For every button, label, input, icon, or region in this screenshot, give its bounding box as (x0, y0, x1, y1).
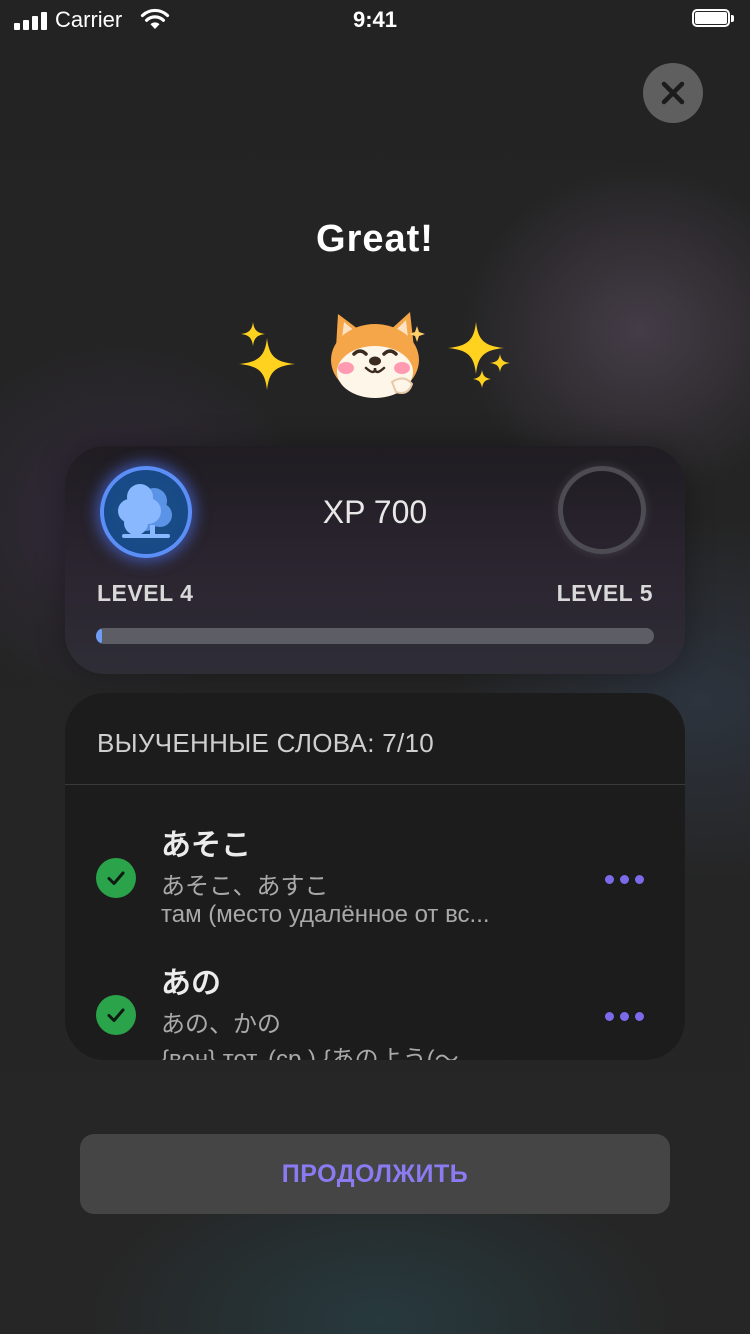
word-definition: там (место удалённое от вс... (161, 901, 490, 928)
list-item[interactable]: あそこ あそこ、あすこ там (место удалённое от вс..… (65, 820, 685, 940)
status-bar: Carrier 9:41 (0, 0, 750, 40)
check-icon (96, 995, 136, 1035)
page-title: Great! (316, 218, 434, 260)
next-level-label: LEVEL 5 (556, 580, 653, 606)
word-title: あの (161, 967, 221, 1000)
level-progress-bar (96, 628, 654, 644)
check-icon (96, 858, 136, 898)
shiba-dog-icon (331, 312, 425, 398)
clock: 9:41 (352, 7, 398, 32)
word-title: あそこ (161, 829, 251, 862)
more-options-button[interactable] (605, 1010, 645, 1022)
list-item[interactable]: あの あの、かの {вон} тот, (ср.) {あのよう(〜... (65, 958, 685, 1060)
next-level-badge (558, 466, 646, 554)
current-level-label: LEVEL 4 (97, 580, 194, 606)
learned-words-card: ВЫУЧЕННЫЕ СЛОВА: 7/10 あそこ あそこ、あすこ там (м… (65, 693, 685, 1060)
close-button[interactable] (643, 63, 703, 123)
word-reading: あそこ、あすこ (161, 873, 329, 900)
close-icon (661, 81, 685, 105)
continue-button[interactable]: ПРОДОЛЖИТЬ (80, 1134, 670, 1214)
continue-button-label: ПРОДОЛЖИТЬ (281, 1159, 469, 1188)
divider (65, 784, 685, 785)
sparkles-right-icon (448, 322, 510, 388)
level-progress-card: XP 700 LEVEL 4 LEVEL 5 (65, 446, 685, 674)
word-definition: {вон} тот, (ср.) {あのよう(〜... (161, 1046, 479, 1060)
word-reading: あの、かの (161, 1011, 281, 1038)
level-progress-fill (96, 628, 102, 644)
more-options-button[interactable] (605, 873, 645, 885)
celebration-illustration (0, 308, 750, 408)
sparkles-left-icon (239, 322, 295, 390)
learned-words-header: ВЫУЧЕННЫЕ СЛОВА: 7/10 (97, 728, 435, 758)
battery-icon (692, 9, 736, 29)
